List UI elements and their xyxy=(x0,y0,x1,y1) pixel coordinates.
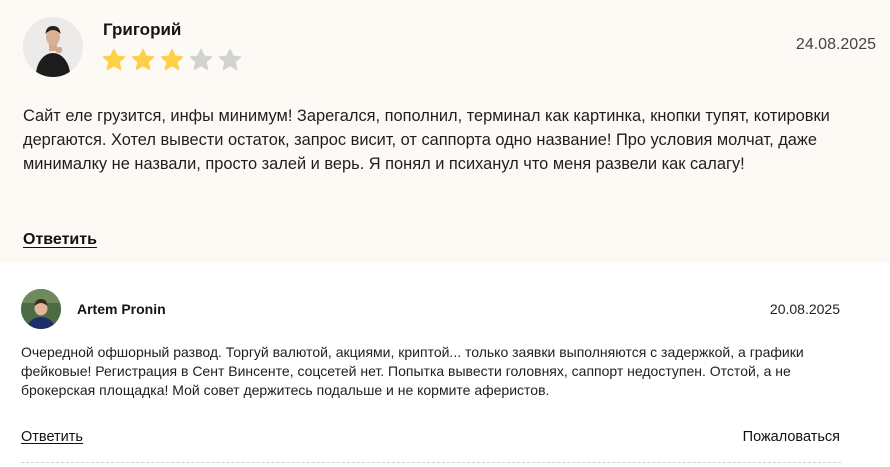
rating-stars xyxy=(102,48,242,72)
review-text: Сайт еле грузится, инфы минимум! Зарегал… xyxy=(23,107,830,173)
review-card-grigoriy: Григорий 24.08.2025 Сайт еле грузится, и… xyxy=(0,0,890,263)
avatar xyxy=(21,289,61,329)
review-text: Очередной офшорный развод. Торгуй валюто… xyxy=(21,344,804,398)
author-name: Григорий xyxy=(103,20,182,39)
reply-link[interactable]: Ответить xyxy=(23,231,97,249)
reply-link[interactable]: Ответить xyxy=(21,429,83,445)
complain-link[interactable]: Пожаловаться xyxy=(743,429,840,445)
star-empty-icon xyxy=(218,48,242,71)
author-name: Artem Pronin xyxy=(77,301,166,317)
star-empty-icon xyxy=(189,48,213,71)
avatar xyxy=(23,17,83,77)
divider xyxy=(21,462,841,463)
review-date: 24.08.2025 xyxy=(795,36,876,53)
review-card-artem-pronin: Artem Pronin 20.08.2025 Очередной офшорн… xyxy=(0,263,890,467)
star-filled-icon xyxy=(160,48,184,71)
review-date: 20.08.2025 xyxy=(769,301,840,317)
star-filled-icon xyxy=(131,48,155,71)
star-filled-icon xyxy=(102,48,126,71)
